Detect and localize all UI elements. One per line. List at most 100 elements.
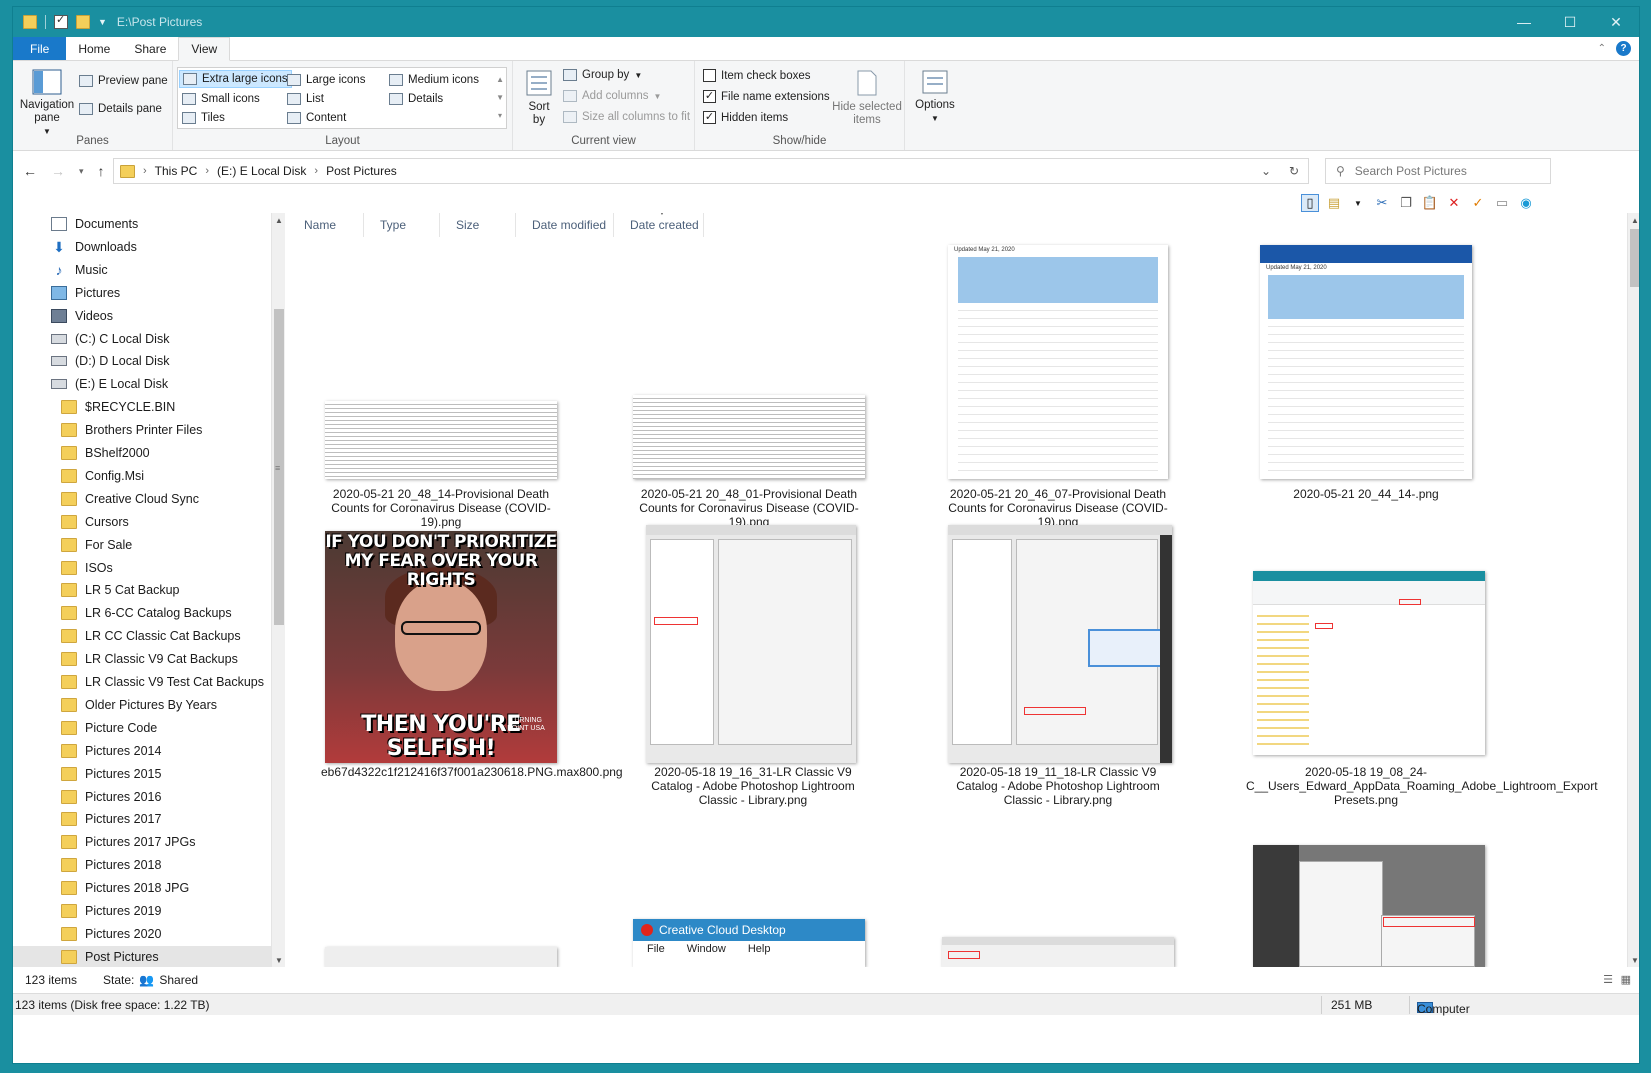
navigation-pane-button[interactable]: Navigation pane ▼ — [19, 69, 75, 138]
layout-toggle-icon[interactable]: ▯ — [1301, 194, 1319, 212]
column-date-modified[interactable]: Date modified — [516, 213, 614, 237]
content-scroll-thumb[interactable] — [1630, 229, 1639, 287]
recent-locations-icon[interactable]: ▾ — [79, 166, 84, 177]
nav-item[interactable]: LR 6-CC Catalog Backups — [13, 602, 271, 624]
globe-icon[interactable]: ◉ — [1517, 194, 1535, 212]
group-by-button[interactable]: Group by ▼ — [563, 69, 642, 81]
nav-item[interactable]: ISOs — [13, 557, 271, 579]
item-check-boxes-checkbox[interactable] — [703, 69, 716, 82]
layout-large-icons[interactable]: Large icons — [284, 71, 368, 89]
nav-item[interactable]: Creative Cloud Sync — [13, 488, 271, 510]
file-name-extensions-checkbox[interactable]: ✓ — [703, 90, 716, 103]
file-thumbnail[interactable]: Updated May 21, 2020 — [1260, 245, 1472, 479]
add-columns-button[interactable]: Add columns ▼ — [563, 90, 661, 102]
file-thumbnail[interactable]: IF YOU DON'T PRIORITIZE MY FEAR OVER YOU… — [325, 531, 557, 763]
layout-content[interactable]: Content — [284, 109, 349, 127]
back-arrow-icon[interactable]: ← — [23, 163, 37, 179]
help-icon[interactable]: ? — [1616, 41, 1631, 56]
nav-item[interactable]: LR Classic V9 Test Cat Backups — [13, 671, 271, 693]
column-type[interactable]: Type — [364, 213, 440, 237]
nav-item[interactable]: Brothers Printer Files — [13, 419, 271, 441]
nav-item[interactable]: Pictures 2018 JPG — [13, 877, 271, 899]
file-name[interactable]: 2020-05-21 20_48_01-Provisional Death Co… — [629, 487, 869, 529]
scroll-down-arrow-icon[interactable]: ▼ — [272, 953, 286, 967]
file-name[interactable]: eb67d4322c1f212416f37f001a230618.PNG.max… — [321, 765, 623, 779]
details-view-icon[interactable]: ☰ — [1603, 973, 1613, 986]
address-dropdown-icon[interactable]: ⌄ — [1252, 164, 1280, 178]
size-all-columns-button[interactable]: Size all columns to fit — [563, 111, 690, 123]
up-arrow-icon[interactable]: ↑ — [98, 163, 105, 179]
file-name[interactable]: 2020-05-18 19_11_18-LR Classic V9 Catalo… — [938, 765, 1178, 807]
tab-file[interactable]: File — [13, 37, 67, 60]
chevron-up-icon[interactable]: ⌃ — [1598, 43, 1606, 54]
file-name[interactable]: 2020-05-18 19_16_31-LR Classic V9 Catalo… — [633, 765, 873, 807]
delete-icon[interactable]: ✕ — [1445, 194, 1463, 212]
nav-item[interactable]: (D:) D Local Disk — [13, 350, 271, 372]
hidden-items-checkbox[interactable]: ✓ — [703, 111, 716, 124]
layout-extra-large-icons[interactable]: Extra large icons — [179, 70, 292, 88]
options-button[interactable]: Options ▼ — [911, 69, 959, 125]
properties-icon[interactable]: ▭ — [1493, 194, 1511, 212]
details-pane-button[interactable]: Details pane — [79, 103, 162, 115]
folder-options-icon[interactable]: ▤ — [1325, 194, 1343, 212]
minimize-button[interactable]: — — [1501, 7, 1547, 37]
nav-item[interactable]: (E:) E Local Disk — [13, 373, 271, 395]
column-size[interactable]: Size — [440, 213, 516, 237]
layout-details[interactable]: Details — [386, 90, 446, 108]
nav-item[interactable]: Picture Code — [13, 717, 271, 739]
large-icons-view-icon[interactable]: ▦ — [1621, 973, 1631, 986]
tab-home[interactable]: Home — [66, 37, 122, 60]
refresh-icon[interactable]: ↻ — [1280, 164, 1308, 178]
file-thumbnail[interactable]: Creative Cloud Desktop File Window Help — [633, 919, 865, 967]
new-folder-icon[interactable] — [76, 15, 90, 29]
nav-item[interactable]: Pictures 2015 — [13, 763, 271, 785]
nav-item[interactable]: (C:) C Local Disk — [13, 328, 271, 350]
sort-by-button[interactable]: Sort by — [519, 69, 559, 127]
breadcrumb-e-drive[interactable]: (E:) E Local Disk — [217, 164, 306, 178]
dropdown-icon[interactable]: ▼ — [1349, 194, 1367, 212]
nav-item[interactable]: Cursors — [13, 511, 271, 533]
column-name[interactable]: Name — [288, 213, 364, 237]
item-check-boxes-toggle[interactable]: Item check boxes — [703, 69, 810, 82]
nav-item[interactable]: Pictures 2014 — [13, 740, 271, 762]
breadcrumb-post-pictures[interactable]: Post Pictures — [326, 164, 397, 178]
nav-item[interactable]: Pictures 2017 — [13, 808, 271, 830]
file-name-extensions-toggle[interactable]: ✓ File name extensions — [703, 90, 830, 103]
layout-medium-icons[interactable]: Medium icons — [386, 71, 482, 89]
nav-item[interactable]: LR Classic V9 Cat Backups — [13, 648, 271, 670]
preview-pane-button[interactable]: Preview pane — [79, 75, 168, 87]
file-thumbnail[interactable] — [325, 947, 557, 967]
file-thumbnail[interactable] — [1253, 571, 1485, 755]
file-thumbnail[interactable] — [942, 937, 1174, 967]
tab-view[interactable]: View — [178, 37, 231, 61]
search-input[interactable]: Search Post Pictures — [1355, 164, 1467, 178]
file-thumbnail[interactable] — [633, 395, 865, 479]
paste-icon[interactable]: 📋 — [1421, 194, 1439, 212]
close-button[interactable]: ✕ — [1593, 7, 1639, 37]
properties-icon[interactable] — [54, 13, 68, 29]
forward-arrow-icon[interactable]: → — [51, 163, 65, 179]
nav-item[interactable]: Pictures 2018 — [13, 854, 271, 876]
nav-item[interactable]: Pictures 2016 — [13, 786, 271, 808]
nav-item[interactable]: Older Pictures By Years — [13, 694, 271, 716]
scroll-up-arrow-icon[interactable]: ▲ — [272, 213, 286, 227]
breadcrumb-this-pc[interactable]: This PC — [155, 164, 198, 178]
scroll-up-arrow-icon[interactable]: ▲ — [1628, 213, 1639, 227]
layout-list[interactable]: List — [284, 90, 327, 108]
customize-qat-icon[interactable]: ▼ — [98, 17, 107, 27]
file-thumbnail[interactable] — [1253, 845, 1485, 967]
hidden-items-toggle[interactable]: ✓ Hidden items — [703, 111, 788, 124]
nav-item[interactable]: LR CC Classic Cat Backups — [13, 625, 271, 647]
file-name[interactable]: 2020-05-21 20_44_14-.png — [1246, 487, 1486, 501]
rename-check-icon[interactable]: ✓ — [1469, 194, 1487, 212]
file-thumbnail[interactable] — [948, 525, 1172, 763]
nav-item[interactable]: ♪ Music — [13, 259, 271, 281]
layout-small-icons[interactable]: Small icons — [179, 90, 263, 108]
cut-icon[interactable]: ✂ — [1373, 194, 1391, 212]
nav-item[interactable]: Pictures 2020 — [13, 923, 271, 945]
file-thumbnail[interactable] — [325, 401, 557, 479]
nav-item[interactable]: BShelf2000 — [13, 442, 271, 464]
file-thumbnail[interactable]: Updated May 21, 2020 — [948, 245, 1168, 479]
search-box[interactable]: ⚲ Search Post Pictures — [1325, 158, 1551, 184]
hide-selected-items-button[interactable]: Hide selected items — [831, 69, 903, 127]
